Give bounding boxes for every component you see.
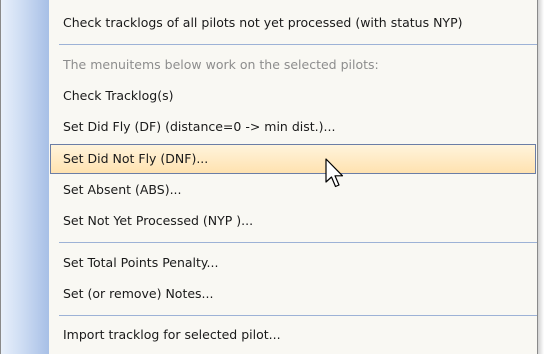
menu-item-set-notes[interactable]: Set (or remove) Notes... (1, 279, 538, 309)
menu-item-label: Set (or remove) Notes... (63, 286, 214, 301)
menu-item-label: The menuitems below work on the selected… (63, 57, 379, 72)
menu-item-set-did-not-fly[interactable]: Set Did Not Fly (DNF)... (50, 144, 536, 174)
menu-item-label: Set Total Points Penalty... (63, 255, 219, 270)
menu-item-check-tracklogs[interactable]: Check Tracklog(s) (1, 81, 538, 111)
mouse-pointer-icon (325, 158, 344, 188)
menu-separator (59, 44, 537, 45)
menu-drop-shadow (538, 0, 544, 354)
menu-item-label: Set Not Yet Processed (NYP )... (63, 213, 254, 228)
menu-item-label: Set Did Not Fly (DNF)... (63, 151, 209, 166)
menu-item-label: Check tracklogs of all pilots not yet pr… (63, 15, 463, 30)
context-menu: Check tracklogs of all pilots not yet pr… (0, 0, 538, 354)
menu-item-set-not-yet-processed[interactable]: Set Not Yet Processed (NYP )... (1, 206, 538, 236)
menu-item-import-tracklog[interactable]: Import tracklog for selected pilot... (1, 320, 538, 350)
menu-item-selected-pilots-note: The menuitems below work on the selected… (1, 50, 538, 80)
menu-item-label: Set Did Fly (DF) (distance=0 -> min dist… (63, 119, 336, 134)
menu-separator (59, 242, 537, 243)
menu-item-label: Import tracklog for selected pilot... (63, 327, 281, 342)
menu-item-check-all-nyp-tracklogs[interactable]: Check tracklogs of all pilots not yet pr… (1, 8, 538, 38)
menu-item-label: Set Absent (ABS)... (63, 182, 182, 197)
menu-item-set-absent[interactable]: Set Absent (ABS)... (1, 175, 538, 205)
menu-item-label: Check Tracklog(s) (63, 88, 174, 103)
menu-item-set-total-points-penalty[interactable]: Set Total Points Penalty... (1, 248, 538, 278)
menu-separator (59, 315, 537, 316)
menu-item-set-did-fly[interactable]: Set Did Fly (DF) (distance=0 -> min dist… (1, 112, 538, 142)
